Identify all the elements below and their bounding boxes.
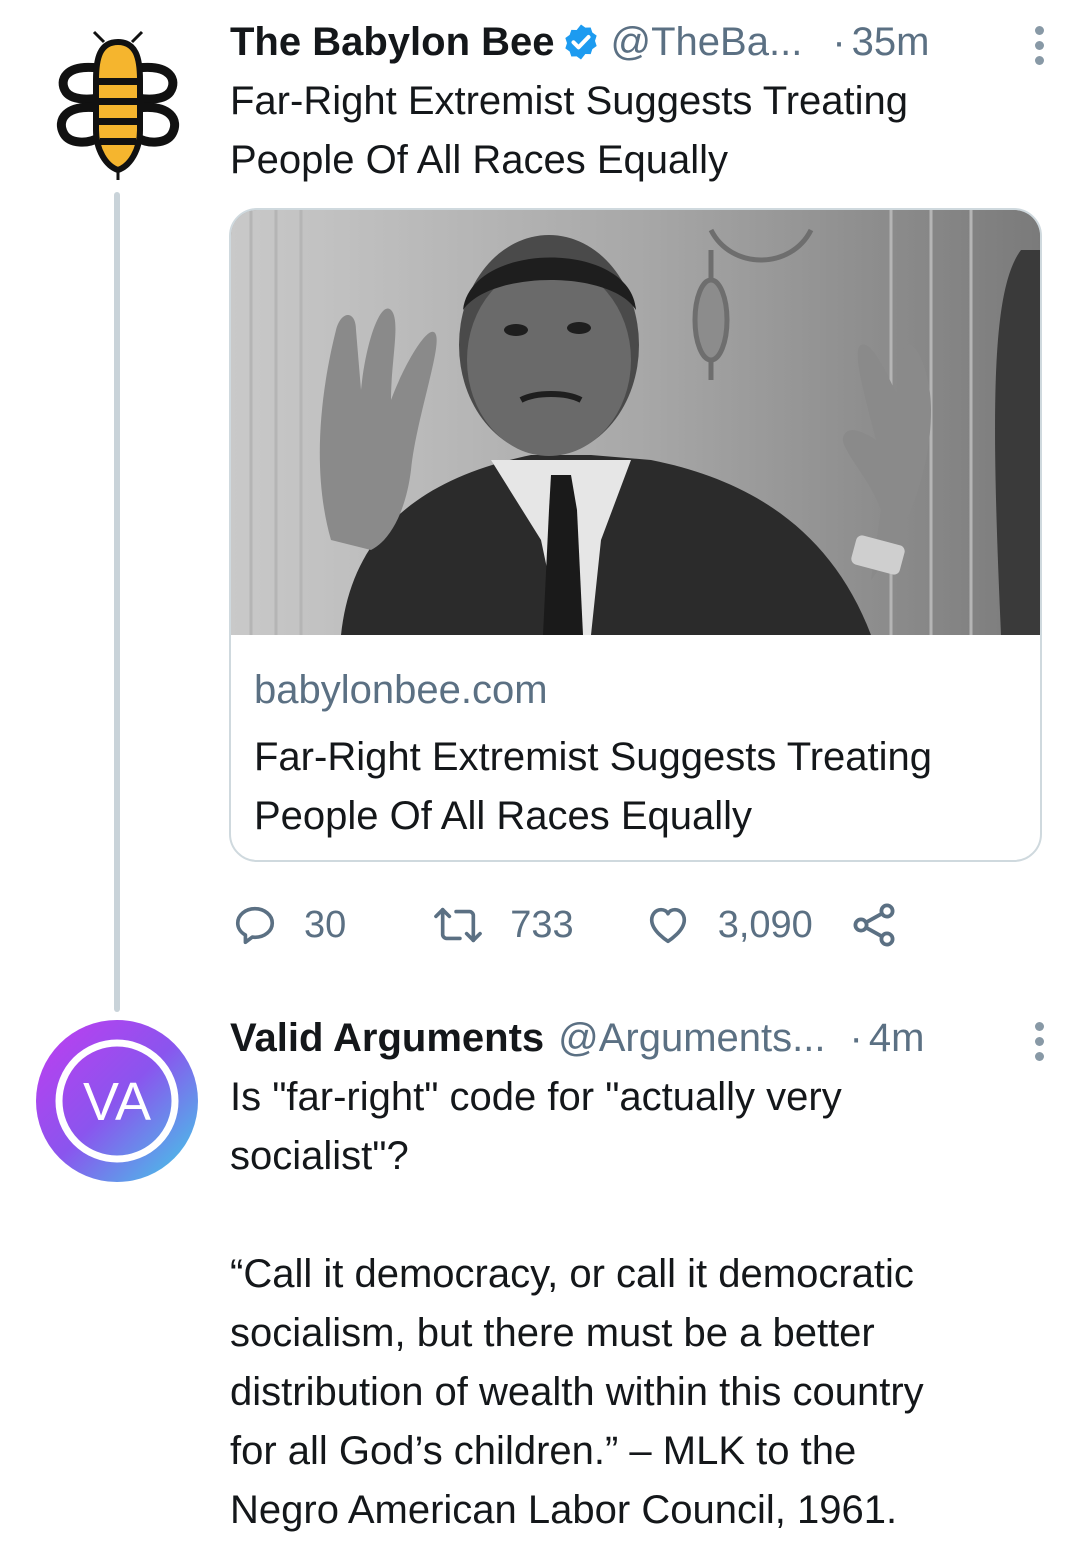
tweet-text-line: “Call it democracy, or call it democrati… — [230, 1252, 914, 1296]
tweet-text-line: socialism, but there must be a better — [230, 1311, 875, 1355]
separator-dot: · — [849, 1015, 863, 1060]
tweet-text-line: for all God’s children.” – MLK to the — [230, 1429, 857, 1473]
share-button[interactable] — [851, 901, 899, 949]
photo-man-in-suit — [231, 210, 1040, 635]
link-card-domain: babylonbee.com — [254, 668, 548, 712]
display-name[interactable]: The Babylon Bee — [230, 20, 555, 65]
more-vertical-icon[interactable] — [1033, 26, 1045, 66]
tweet-content: Valid Arguments @Arguments... · 4m Is "f… — [230, 1008, 1045, 1540]
reply-count: 30 — [304, 903, 347, 946]
heart-icon — [649, 907, 686, 944]
tweet-text-line: distribution of wealth within this count… — [230, 1370, 924, 1414]
handle[interactable]: @TheBa... — [611, 20, 803, 65]
avatar[interactable]: VA — [36, 1020, 198, 1182]
tweet-text-line: socialist"? — [230, 1134, 409, 1178]
tweet-babylon-bee[interactable]: The Babylon Bee @TheBa... · 35m Far-Righ… — [0, 0, 1080, 980]
reply-button[interactable]: 30 — [232, 902, 346, 948]
reply-icon — [235, 906, 275, 945]
avatar[interactable] — [36, 20, 198, 182]
va-logo-icon: VA — [36, 1020, 198, 1182]
tweet-text-line: People Of All Races Equally — [230, 138, 729, 182]
more-vertical-icon[interactable] — [1033, 1022, 1045, 1062]
share-icon — [853, 903, 895, 947]
tweet-header: The Babylon Bee @TheBa... · 35m — [230, 12, 1045, 72]
tweet-action-bar: 30 733 3,090 — [232, 895, 899, 955]
tweet-text-line — [230, 1186, 1045, 1245]
va-logo-text: VA — [83, 1072, 151, 1132]
display-name[interactable]: Valid Arguments — [230, 1016, 544, 1061]
retweet-count: 733 — [510, 903, 574, 946]
tweet-text-line: Far-Right Extremist Suggests Treating — [230, 79, 909, 123]
tweet-text-line: Is "far-right" code for "actually very — [230, 1075, 842, 1119]
tweet-valid-arguments[interactable]: VA Valid Arguments @Arguments... · 4m Is… — [0, 1000, 1080, 1566]
timestamp[interactable]: 35m — [852, 20, 930, 65]
like-count: 3,090 — [717, 903, 813, 946]
retweet-icon — [434, 907, 483, 943]
link-card[interactable]: babylonbee.com Far-Right Extremist Sugge… — [229, 208, 1042, 862]
tweet-text: Is "far-right" code for "actually very s… — [230, 1068, 1045, 1540]
tweet-text-line: Negro American Labor Council, 1961. — [230, 1488, 898, 1532]
bee-logo-icon — [56, 30, 180, 180]
tweet-text: Far-Right Extremist Suggests Treating Pe… — [230, 72, 1045, 190]
timestamp[interactable]: 4m — [869, 1016, 925, 1061]
retweet-button[interactable]: 733 — [432, 902, 574, 948]
link-card-image[interactable] — [231, 210, 1040, 635]
handle[interactable]: @Arguments... — [558, 1016, 825, 1061]
link-card-title: Far-Right Extremist Suggests Treating Pe… — [254, 728, 1024, 846]
separator-dot: · — [832, 19, 846, 64]
link-card-title-line: Far-Right Extremist Suggests Treating — [254, 735, 933, 779]
link-card-title-line: People Of All Races Equally — [254, 794, 753, 838]
tweet-header: Valid Arguments @Arguments... · 4m — [230, 1008, 1045, 1068]
verified-badge-icon — [564, 24, 597, 60]
like-button[interactable]: 3,090 — [644, 902, 813, 948]
tweet-content: The Babylon Bee @TheBa... · 35m Far-Righ… — [230, 12, 1045, 190]
